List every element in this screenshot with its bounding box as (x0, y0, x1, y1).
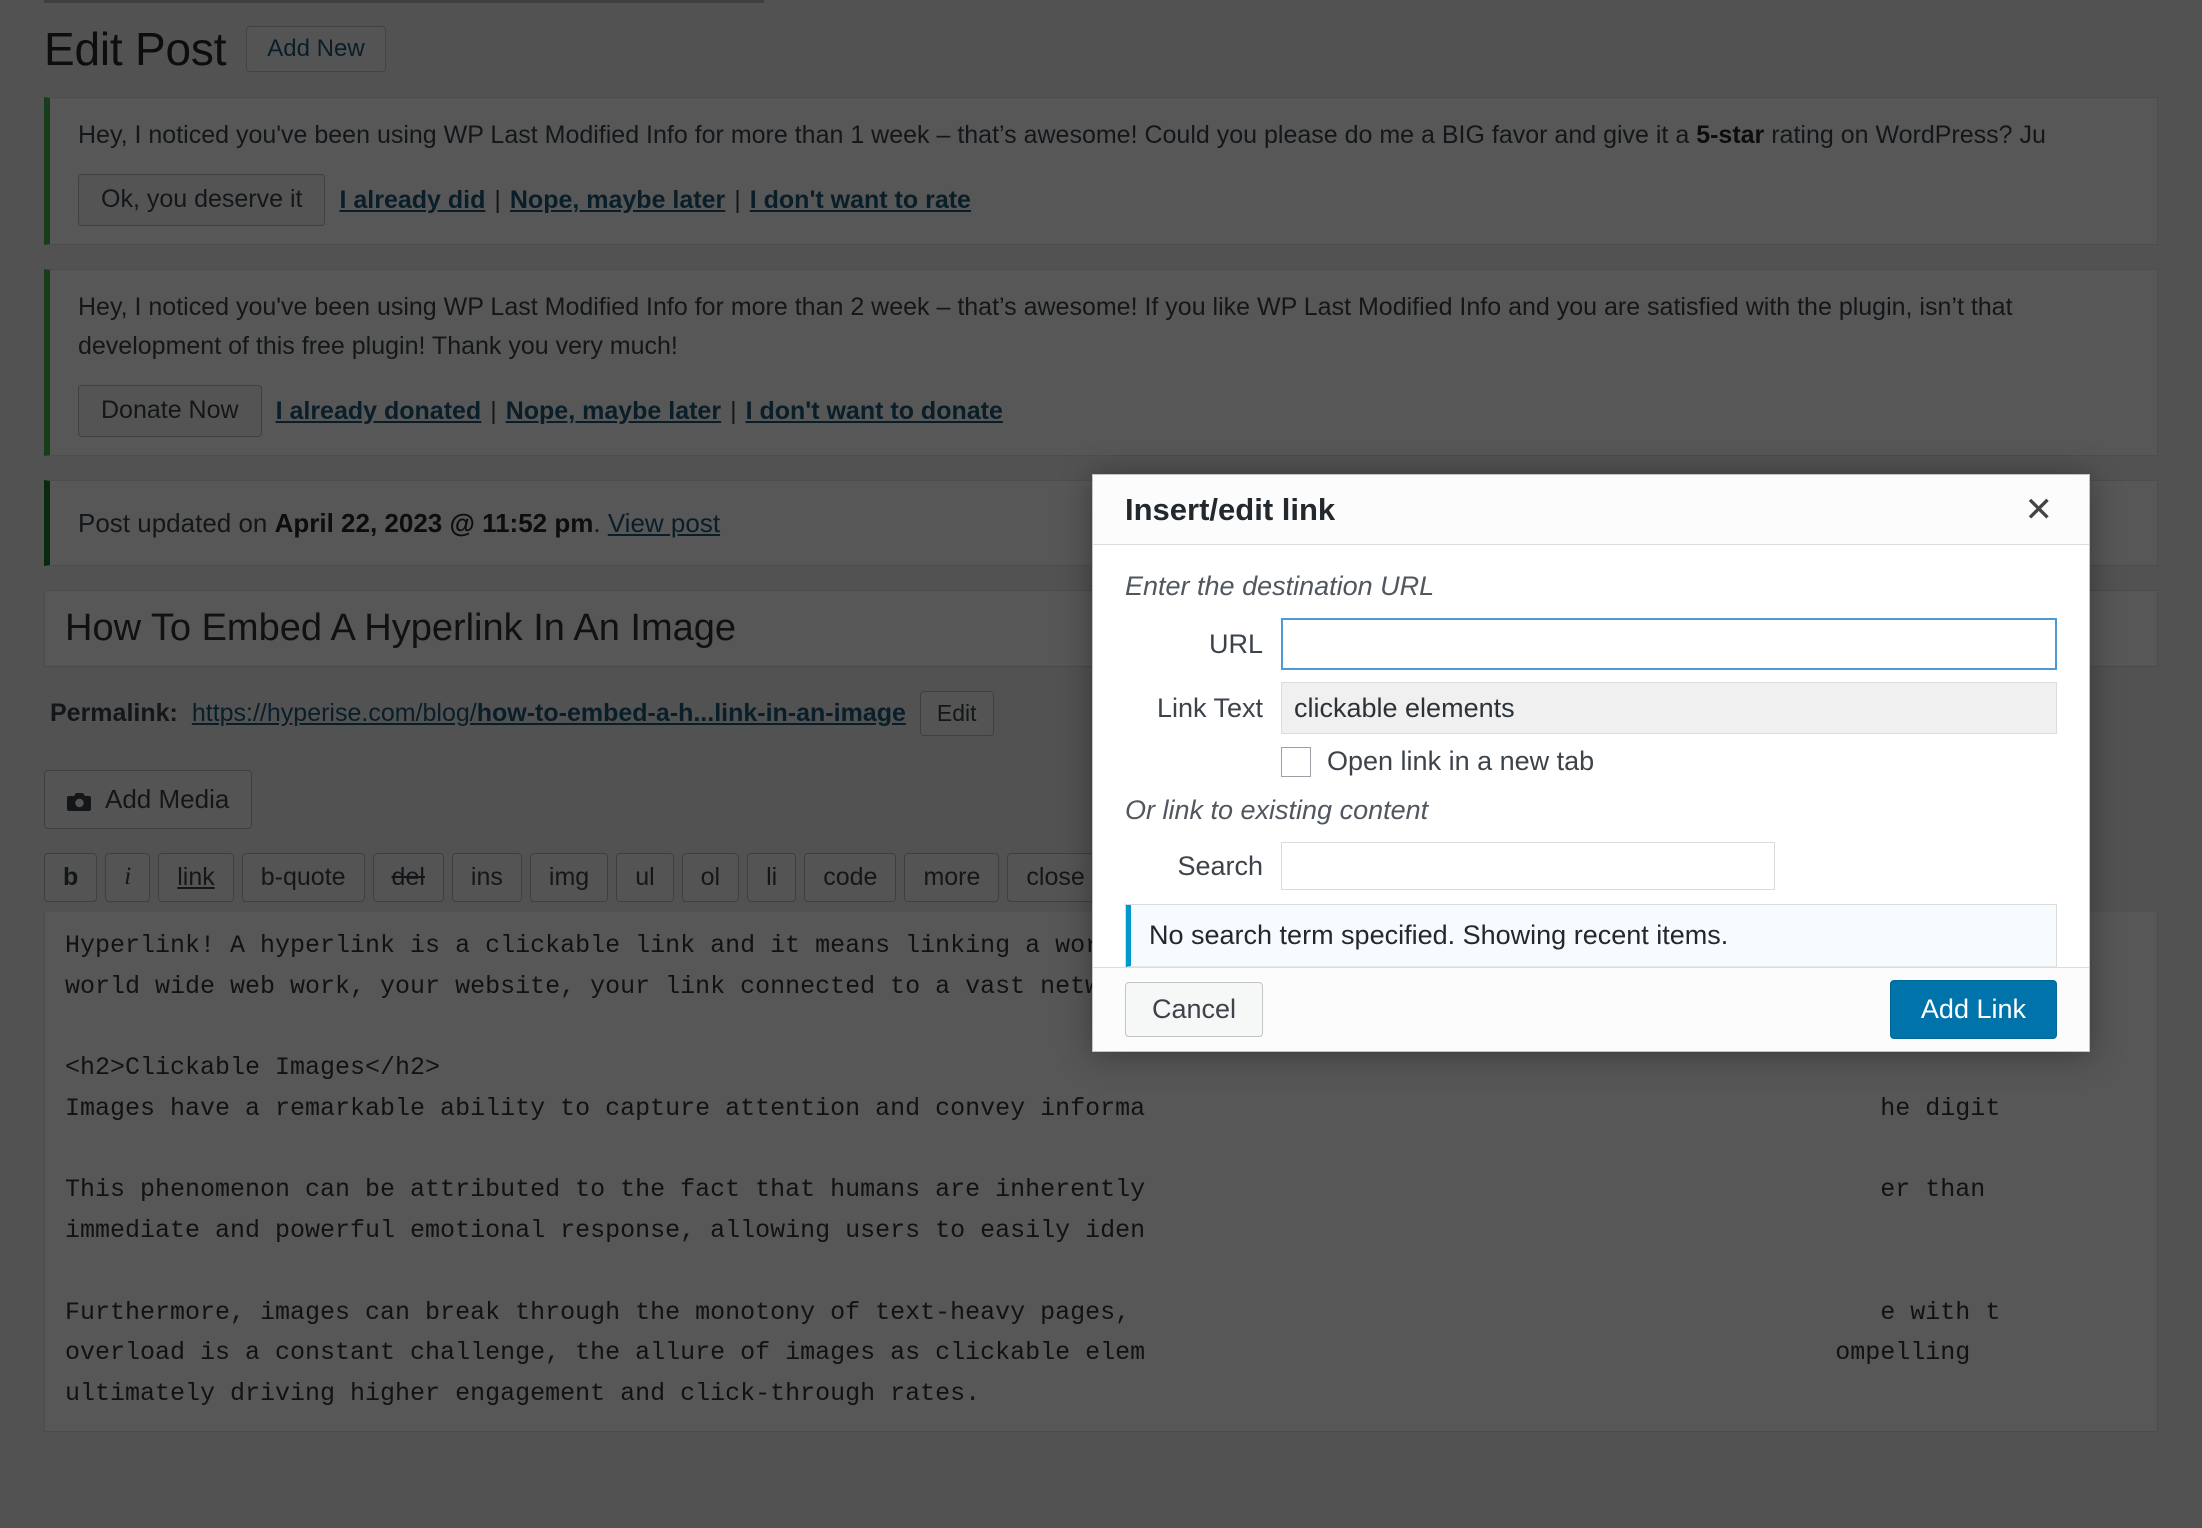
link-text-input[interactable] (1281, 682, 2057, 734)
destination-url-label: Enter the destination URL (1125, 571, 1435, 601)
insert-edit-link-modal: Insert/edit link ✕ Enter the destination… (1092, 474, 2090, 1052)
open-in-new-tab-checkbox[interactable] (1281, 746, 1311, 777)
link-text-label: Link Text (1156, 692, 1263, 723)
open-in-new-tab-label[interactable]: Open link in a new tab (1327, 746, 1594, 777)
modal-title: Insert/edit link (1125, 491, 1336, 527)
add-link-button[interactable]: Add Link (1889, 980, 2057, 1039)
modal-body: Enter the destination URL URL Link Text … (1093, 545, 2089, 967)
search-input[interactable] (1281, 842, 1775, 890)
url-label: URL (1208, 628, 1263, 659)
modal-header: Insert/edit link ✕ (1093, 475, 2089, 545)
url-input[interactable] (1281, 618, 2057, 670)
close-icon[interactable]: ✕ (2017, 489, 2062, 531)
search-results-notice: No search term specified. Showing recent… (1126, 905, 2056, 967)
cancel-button[interactable]: Cancel (1125, 982, 1264, 1037)
modal-footer: Cancel Add Link (1093, 967, 2089, 1051)
new-tab-row: Open link in a new tab (1281, 746, 2057, 777)
search-results-panel[interactable]: No search term specified. Showing recent… (1125, 904, 2057, 967)
url-field-row: URL (1125, 618, 2057, 670)
search-field-row: Search (1125, 842, 2057, 890)
existing-content-label: Or link to existing content (1125, 795, 1429, 825)
link-text-field-row: Link Text (1125, 682, 2057, 734)
search-label: Search (1177, 850, 1263, 881)
